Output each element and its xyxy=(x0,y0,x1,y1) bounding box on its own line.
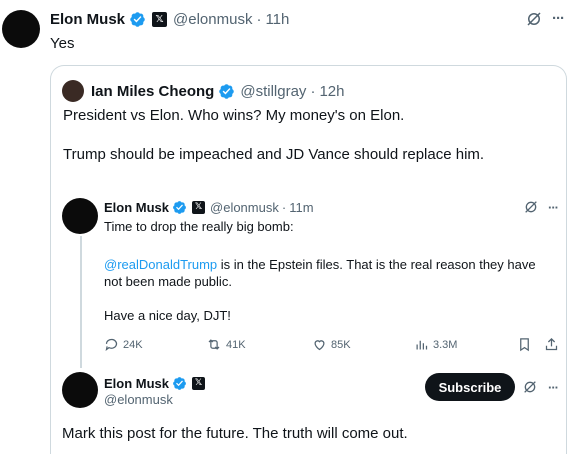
separator: · xyxy=(256,10,262,28)
repost-icon xyxy=(208,339,220,350)
grok-icon[interactable] xyxy=(523,199,539,215)
reply-text-segment: is in the Epstein files. That is the rea… xyxy=(217,257,536,272)
reply-text-line: @realDonaldTrump is in the Epstein files… xyxy=(104,257,536,272)
views-icon xyxy=(416,340,428,350)
author-handle[interactable]: @elonmusk xyxy=(210,200,279,215)
author-handle[interactable]: @elonmusk xyxy=(173,11,252,28)
author-name[interactable]: Ian Miles Cheong xyxy=(91,83,214,100)
repost-count: 41K xyxy=(226,338,246,351)
last-post-text: Mark this post for the future. The truth… xyxy=(62,425,408,442)
author-handle[interactable]: @stillgray xyxy=(240,83,306,100)
repost-button[interactable]: 41K xyxy=(206,337,246,352)
more-icon[interactable]: ··· xyxy=(546,8,570,28)
separator: · xyxy=(281,199,287,215)
bookmark-icon[interactable] xyxy=(517,337,532,352)
more-icon[interactable]: ··· xyxy=(542,198,564,216)
avatar[interactable] xyxy=(2,10,40,48)
avatar[interactable] xyxy=(62,198,98,234)
reply-text-line: Have a nice day, DJT! xyxy=(104,308,231,323)
post-time[interactable]: 12h xyxy=(319,83,344,100)
like-count: 85K xyxy=(331,338,351,351)
grok-icon[interactable] xyxy=(522,379,538,395)
verified-badge-icon xyxy=(218,83,235,100)
grok-icon[interactable] xyxy=(525,10,543,28)
verified-badge-icon xyxy=(172,376,187,391)
author-handle[interactable]: @elonmusk xyxy=(104,392,173,407)
avatar[interactable] xyxy=(62,80,84,102)
reply-button[interactable]: 24K xyxy=(104,337,143,352)
author-name[interactable]: Elon Musk xyxy=(104,200,169,215)
like-button[interactable]: 85K xyxy=(312,337,351,352)
verified-badge-icon xyxy=(172,200,187,215)
share-icon[interactable] xyxy=(544,337,559,352)
reply-text-line: not been made public. xyxy=(104,274,232,289)
avatar[interactable] xyxy=(62,372,98,408)
x-logo-icon: 𝕏 xyxy=(192,376,206,390)
author-name[interactable]: Elon Musk xyxy=(50,11,125,28)
mention-link[interactable]: @realDonaldTrump xyxy=(104,257,217,272)
thread-line xyxy=(80,236,82,368)
quoted-post-header: Ian Miles Cheong @stillgray · 12h xyxy=(91,81,344,101)
last-post-header: Elon Musk 𝕏 xyxy=(104,374,206,392)
reply-text-line: Time to drop the really big bomb: xyxy=(104,219,294,234)
post-time[interactable]: 11m xyxy=(289,200,313,215)
reply-icon xyxy=(105,338,118,351)
post-time[interactable]: 11h xyxy=(265,11,289,28)
reply-post-header: Elon Musk 𝕏 @elonmusk · 11m xyxy=(104,198,314,216)
like-icon xyxy=(314,340,325,351)
more-icon[interactable]: ··· xyxy=(542,378,564,396)
x-logo-icon: 𝕏 xyxy=(152,11,168,27)
quoted-text-line: Trump should be impeached and JD Vance s… xyxy=(63,146,485,163)
verified-badge-icon xyxy=(129,11,146,28)
views-count: 3.3M xyxy=(433,338,458,351)
reply-count: 24K xyxy=(123,338,143,351)
quoted-text-line: President vs Elon. Who wins? My money's … xyxy=(63,107,405,124)
author-name[interactable]: Elon Musk xyxy=(104,376,169,391)
post-text: Yes xyxy=(50,35,75,52)
main-post-header: Elon Musk 𝕏 @elonmusk · 11h xyxy=(50,9,289,29)
separator: · xyxy=(310,82,316,100)
subscribe-button[interactable]: Subscribe xyxy=(425,373,515,401)
x-logo-icon: 𝕏 xyxy=(192,200,206,214)
views-button[interactable]: 3.3M xyxy=(414,337,457,352)
